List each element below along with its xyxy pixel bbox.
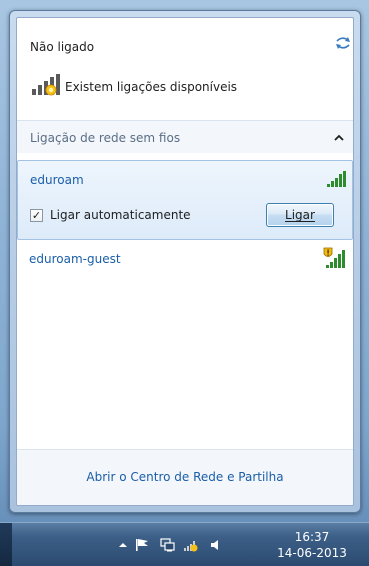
clock-time: 16:37: [294, 530, 330, 544]
section-label: Ligação de rede sem fios: [30, 131, 181, 145]
wireless-section-header[interactable]: Ligação de rede sem fios: [17, 121, 353, 153]
network-name: eduroam-guest: [29, 252, 121, 266]
network-flyout: Não ligado Existem ligações disponíveis …: [9, 10, 361, 513]
network-item-eduroam-guest[interactable]: eduroam-guest: [17, 242, 353, 278]
signal-strength-icon: [327, 171, 346, 187]
signal-warning-icon: [323, 247, 345, 268]
network-center-link[interactable]: Abrir o Centro de Rede e Partilha: [17, 470, 353, 484]
taskbar: 16:37 14-06-2013: [0, 522, 369, 566]
connect-button[interactable]: Ligar: [266, 203, 334, 227]
taskbar-edge: [0, 523, 12, 566]
auto-connect-checkbox[interactable]: ✓: [30, 209, 43, 222]
network-item-eduroam[interactable]: eduroam ✓ Ligar automaticamente Ligar: [17, 160, 353, 240]
display-devices-icon[interactable]: [160, 538, 176, 552]
connection-status-title: Não ligado: [30, 40, 95, 54]
networks-available-text: Existem ligações disponíveis: [65, 80, 238, 94]
networks-available-icon: [32, 74, 60, 96]
flyout-footer: Abrir o Centro de Rede e Partilha: [17, 449, 353, 505]
show-hidden-icons-icon[interactable]: [115, 538, 131, 552]
refresh-icon[interactable]: [334, 36, 352, 50]
flyout-panel: Não ligado Existem ligações disponíveis …: [16, 17, 354, 506]
network-status-tray-icon[interactable]: [183, 538, 199, 552]
chevron-up-icon[interactable]: [334, 134, 344, 142]
auto-connect-label[interactable]: Ligar automaticamente: [50, 208, 191, 222]
network-name: eduroam: [30, 173, 84, 187]
taskbar-clock[interactable]: 16:37 14-06-2013: [266, 529, 358, 561]
clock-date: 14-06-2013: [277, 546, 347, 560]
action-center-flag-icon[interactable]: [134, 538, 150, 552]
volume-icon[interactable]: [208, 538, 224, 552]
